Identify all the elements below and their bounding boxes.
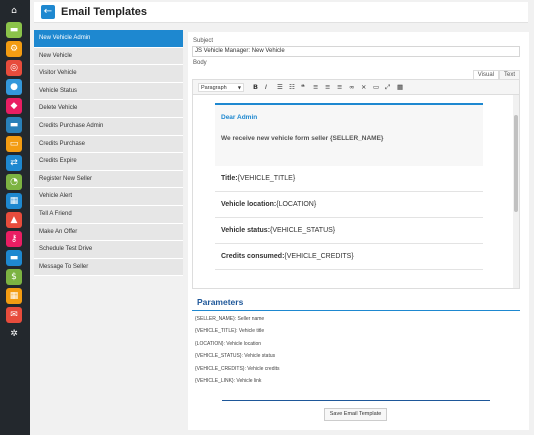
- align-center-icon[interactable]: ≡: [325, 83, 330, 92]
- editor-toolbar: Paragraph ▼ B I ☰ ☷ ❝ ≡ ≡ ≡ ∞ ⨯ ▭ ⤢ ▦: [193, 80, 519, 95]
- row-label: Credits consumed:: [221, 253, 285, 260]
- subject-input[interactable]: JS Vehicle Manager: New Vehicle: [192, 46, 520, 57]
- format-select-value: Paragraph: [201, 85, 227, 91]
- email-intro: We receive new vehicle form seller {SELL…: [221, 135, 384, 142]
- bullet-list-icon[interactable]: ☰: [277, 83, 283, 92]
- read-more-icon[interactable]: ▭: [373, 83, 379, 92]
- template-item-new-vehicle-admin[interactable]: New Vehicle Admin: [34, 30, 183, 48]
- italic-icon[interactable]: I: [265, 83, 267, 92]
- row-label: Title:: [221, 175, 238, 182]
- email-row-title: Title:{VEHICLE_TITLE}: [215, 166, 483, 192]
- parameters-title: Parameters: [197, 297, 244, 307]
- car-icon[interactable]: ▬: [6, 22, 22, 38]
- mail-icon[interactable]: ✉: [6, 307, 22, 323]
- row-value: {VEHICLE_STATUS}: [270, 227, 336, 234]
- row-value: {LOCATION}: [276, 201, 317, 208]
- car-list-icon[interactable]: ▬: [6, 250, 22, 266]
- template-item-make-an-offer[interactable]: Make An Offer: [34, 223, 183, 242]
- template-item-credits-expire[interactable]: Credits Expire: [34, 153, 183, 171]
- row-value: {VEHICLE_CREDITS}: [284, 253, 354, 260]
- parameter-item: {VEHICLE_CREDITS}: Vehicle credits: [195, 366, 280, 372]
- page-header: ← Email Templates: [34, 2, 528, 23]
- seller-icon[interactable]: ▲: [6, 212, 22, 228]
- footer-divider: [222, 400, 490, 401]
- bold-icon[interactable]: B: [253, 83, 258, 92]
- email-row-location: Vehicle location:{LOCATION}: [215, 192, 483, 218]
- template-item-credits-purchase[interactable]: Credits Purchase: [34, 135, 183, 154]
- parameters-divider: [192, 310, 520, 311]
- email-preview: Dear Admin We receive new vehicle form s…: [215, 103, 483, 288]
- template-editor-panel: Subject JS Vehicle Manager: New Vehicle …: [188, 32, 529, 430]
- key-icon[interactable]: ⚷: [6, 231, 22, 247]
- icon-rail: ⌂ ▬ ⚙ ◎ ● ◆ ▬ ▭ ⇄ ◔ ▦ ▲ ⚷ ▬ $ ▦ ✉ ✲: [0, 0, 30, 435]
- editor-scrollbar[interactable]: [513, 95, 519, 288]
- row-label: Vehicle location:: [221, 201, 277, 208]
- calendar-icon[interactable]: ▦: [6, 193, 22, 209]
- template-item-delete-vehicle[interactable]: Delete Vehicle: [34, 100, 183, 118]
- wheel-icon[interactable]: ✲: [6, 326, 22, 342]
- template-item-schedule-test-drive[interactable]: Schedule Test Drive: [34, 241, 183, 259]
- email-row-status: Vehicle status:{VEHICLE_STATUS}: [215, 218, 483, 244]
- template-item-tell-a-friend[interactable]: Tell A Friend: [34, 205, 183, 224]
- body-editor[interactable]: Paragraph ▼ B I ☰ ☷ ❝ ≡ ≡ ≡ ∞ ⨯ ▭ ⤢ ▦ De…: [192, 79, 520, 289]
- home-icon[interactable]: ⌂: [6, 3, 22, 19]
- numbered-list-icon[interactable]: ☷: [289, 83, 295, 92]
- garage-icon[interactable]: ▭: [6, 136, 22, 152]
- back-button[interactable]: ←: [41, 5, 55, 19]
- page-title: Email Templates: [61, 6, 147, 18]
- parameter-item: {VEHICLE_TITLE}: Vehicle title: [195, 328, 265, 334]
- vehicles-icon[interactable]: ▬: [6, 117, 22, 133]
- editor-scroll-thumb[interactable]: [514, 115, 518, 212]
- align-right-icon[interactable]: ≡: [337, 83, 342, 92]
- template-item-register-new-seller[interactable]: Register New Seller: [34, 170, 183, 189]
- fullscreen-icon[interactable]: ⤢: [385, 83, 390, 92]
- email-header-block: Dear Admin We receive new vehicle form s…: [215, 103, 483, 166]
- email-row-credits: Credits consumed:{VEHICLE_CREDITS}: [215, 244, 483, 270]
- parameter-item: {LOCATION}: Vehicle location: [195, 341, 262, 347]
- cog-icon[interactable]: ⚙: [6, 41, 22, 57]
- template-item-visitor-vehicle[interactable]: Visitor Vehicle: [34, 65, 183, 83]
- template-list: New Vehicle Admin New Vehicle Visitor Ve…: [34, 30, 183, 277]
- email-greeting: Dear Admin: [221, 114, 258, 121]
- template-item-vehicle-alert[interactable]: Vehicle Alert: [34, 188, 183, 206]
- template-item-new-vehicle[interactable]: New Vehicle: [34, 47, 183, 66]
- template-item-message-to-seller[interactable]: Message To Seller: [34, 258, 183, 277]
- gauge-icon[interactable]: ◔: [6, 174, 22, 190]
- user-icon[interactable]: ●: [6, 79, 22, 95]
- grid-icon[interactable]: ▦: [6, 288, 22, 304]
- blockquote-icon[interactable]: ❝: [301, 83, 305, 92]
- body-label: Body: [193, 60, 207, 66]
- steering-icon[interactable]: ◎: [6, 60, 22, 76]
- caret-down-icon: ▼: [237, 85, 241, 90]
- arrow-left-icon: ←: [43, 6, 53, 17]
- row-value: {VEHICLE_TITLE}: [237, 175, 296, 182]
- save-template-button[interactable]: Save Email Template: [324, 408, 387, 421]
- subject-label: Subject: [193, 38, 214, 44]
- parameter-item: {VEHICLE_LINK}: Vehicle link: [195, 378, 262, 384]
- share-icon[interactable]: ⇄: [6, 155, 22, 171]
- format-select[interactable]: Paragraph ▼: [198, 83, 244, 92]
- parameter-item: {SELLER_NAME}: Seller name: [195, 316, 265, 322]
- row-label: Vehicle status:: [221, 227, 271, 234]
- credits-icon[interactable]: $: [6, 269, 22, 285]
- template-item-credits-purchase-admin[interactable]: Credits Purchase Admin: [34, 117, 183, 136]
- align-left-icon[interactable]: ≡: [313, 83, 318, 92]
- parameter-item: {VEHICLE_STATUS}: Vehicle status: [195, 353, 276, 359]
- template-item-vehicle-status[interactable]: Vehicle Status: [34, 82, 183, 101]
- toolbar-toggle-icon[interactable]: ▦: [397, 83, 403, 92]
- vehicle-type-icon[interactable]: ◆: [6, 98, 22, 114]
- unlink-icon[interactable]: ⨯: [361, 83, 366, 92]
- editor-content[interactable]: Dear Admin We receive new vehicle form s…: [193, 95, 515, 288]
- link-icon[interactable]: ∞: [349, 83, 354, 92]
